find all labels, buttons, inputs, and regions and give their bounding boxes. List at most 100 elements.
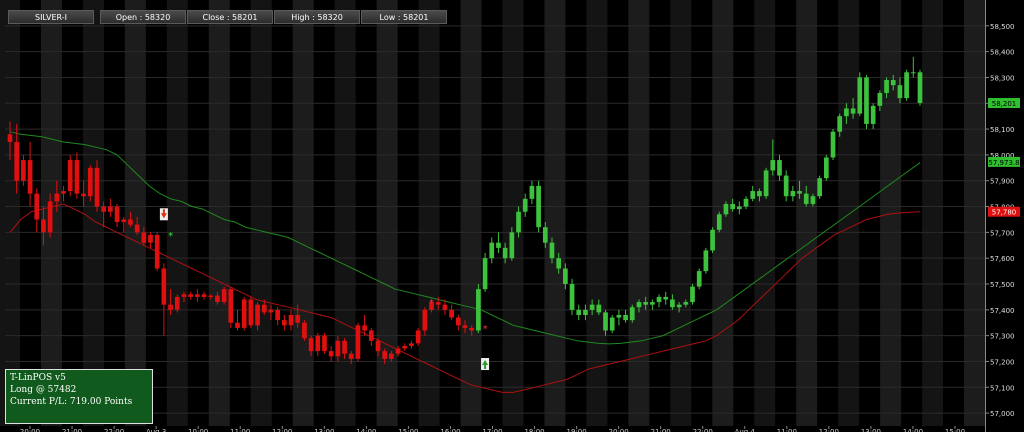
candle-body[interactable] — [736, 206, 742, 210]
candle-body[interactable] — [803, 193, 809, 204]
candle-body[interactable] — [221, 289, 227, 303]
candle-body[interactable] — [496, 242, 501, 248]
candle-body[interactable] — [315, 335, 321, 352]
candle-body[interactable] — [917, 72, 923, 104]
candle-body[interactable] — [34, 193, 40, 220]
candle-body[interactable] — [375, 340, 381, 352]
candle-body[interactable] — [121, 219, 127, 223]
candle-body[interactable] — [770, 160, 776, 171]
candle-body[interactable] — [790, 191, 796, 197]
candle-body[interactable] — [743, 198, 749, 207]
candle-body[interactable] — [87, 167, 93, 197]
candle-body[interactable] — [864, 77, 869, 124]
candle-body[interactable] — [342, 340, 347, 354]
candle-body[interactable] — [536, 185, 541, 228]
candle-body[interactable] — [482, 258, 488, 290]
price-chart[interactable]: * * * 57,000 57,100 57,200 57,300 57,400 57,500… — [0, 0, 1024, 432]
candle-body[interactable] — [730, 203, 735, 210]
candle-body[interactable] — [389, 353, 394, 359]
candle-body[interactable] — [281, 320, 287, 326]
candle-body[interactable] — [61, 191, 66, 194]
candle-body[interactable] — [549, 242, 555, 259]
candle-body[interactable] — [763, 170, 769, 197]
candle-body[interactable] — [810, 196, 816, 204]
candle-body[interactable] — [7, 134, 13, 142]
candle-body[interactable] — [542, 227, 548, 243]
candle-body[interactable] — [275, 309, 280, 321]
candle-body[interactable] — [663, 296, 669, 300]
candle-body[interactable] — [435, 302, 441, 305]
candle-body[interactable] — [683, 302, 689, 305]
candle-body[interactable] — [904, 72, 909, 99]
candle-body[interactable] — [395, 348, 401, 354]
candle-body[interactable] — [228, 289, 234, 323]
candle-body[interactable] — [188, 294, 194, 297]
candle-body[interactable] — [516, 211, 521, 233]
candle-body[interactable] — [522, 198, 528, 212]
candle-body[interactable] — [890, 80, 896, 86]
candle-body[interactable] — [643, 302, 649, 305]
candle-body[interactable] — [248, 299, 254, 326]
candle-body[interactable] — [589, 304, 595, 310]
candle-body[interactable] — [368, 330, 374, 341]
candle-body[interactable] — [650, 302, 655, 305]
candle-body[interactable] — [449, 309, 454, 318]
candle-body[interactable] — [195, 294, 200, 297]
candle-body[interactable] — [569, 284, 575, 310]
candle-body[interactable] — [476, 289, 481, 331]
candle-body[interactable] — [870, 105, 876, 124]
candle-body[interactable] — [583, 309, 588, 315]
candle-body[interactable] — [322, 335, 327, 352]
candle-body[interactable] — [261, 304, 267, 313]
candle-body[interactable] — [750, 191, 756, 199]
candle-body[interactable] — [74, 160, 80, 194]
symbol-button[interactable]: SILVER-I — [8, 10, 94, 24]
candle-body[interactable] — [255, 304, 260, 326]
close-price-button[interactable]: Close : 58201 — [187, 10, 273, 24]
candle-body[interactable] — [910, 72, 916, 74]
candle-body[interactable] — [576, 309, 582, 315]
candle-body[interactable] — [201, 294, 207, 297]
candle-body[interactable] — [623, 314, 628, 321]
candle-body[interactable] — [716, 214, 722, 230]
candle-body[interactable] — [723, 203, 729, 215]
candle-body[interactable] — [161, 268, 167, 305]
candle-body[interactable] — [295, 314, 301, 323]
candle-body[interactable] — [168, 304, 173, 310]
candle-body[interactable] — [148, 234, 153, 243]
candle-body[interactable] — [241, 299, 247, 328]
candle-body[interactable] — [442, 304, 448, 310]
candle-body[interactable] — [797, 191, 802, 194]
candle-body[interactable] — [94, 167, 100, 207]
candle-body[interactable] — [897, 85, 903, 99]
candle-body[interactable] — [830, 131, 836, 158]
candle-body[interactable] — [603, 312, 608, 331]
candle-body[interactable] — [877, 92, 883, 106]
candle-body[interactable] — [783, 175, 789, 197]
candle-body[interactable] — [409, 343, 414, 346]
candle-body[interactable] — [235, 322, 240, 328]
candle-body[interactable] — [141, 232, 147, 243]
candle-body[interactable] — [556, 258, 562, 269]
candle-body[interactable] — [489, 242, 495, 259]
candle-body[interactable] — [529, 185, 535, 199]
candle-body[interactable] — [690, 286, 695, 303]
candle-body[interactable] — [509, 232, 515, 259]
candle-body[interactable] — [629, 307, 635, 321]
candle-body[interactable] — [134, 224, 140, 233]
candle-body[interactable] — [41, 219, 46, 233]
candle-body[interactable] — [670, 299, 675, 308]
candle-body[interactable] — [382, 351, 388, 359]
candle-body[interactable] — [823, 157, 829, 179]
candle-body[interactable] — [114, 206, 120, 223]
candle-body[interactable] — [215, 295, 220, 303]
candle-body[interactable] — [656, 296, 662, 303]
candle-body[interactable] — [502, 247, 508, 259]
candle-body[interactable] — [14, 142, 20, 181]
candle-body[interactable] — [81, 193, 86, 197]
candle-body[interactable] — [128, 219, 133, 225]
candle-body[interactable] — [563, 268, 568, 284]
candle-body[interactable] — [101, 206, 107, 212]
candle-body[interactable] — [844, 108, 849, 117]
candle-body[interactable] — [817, 178, 822, 197]
